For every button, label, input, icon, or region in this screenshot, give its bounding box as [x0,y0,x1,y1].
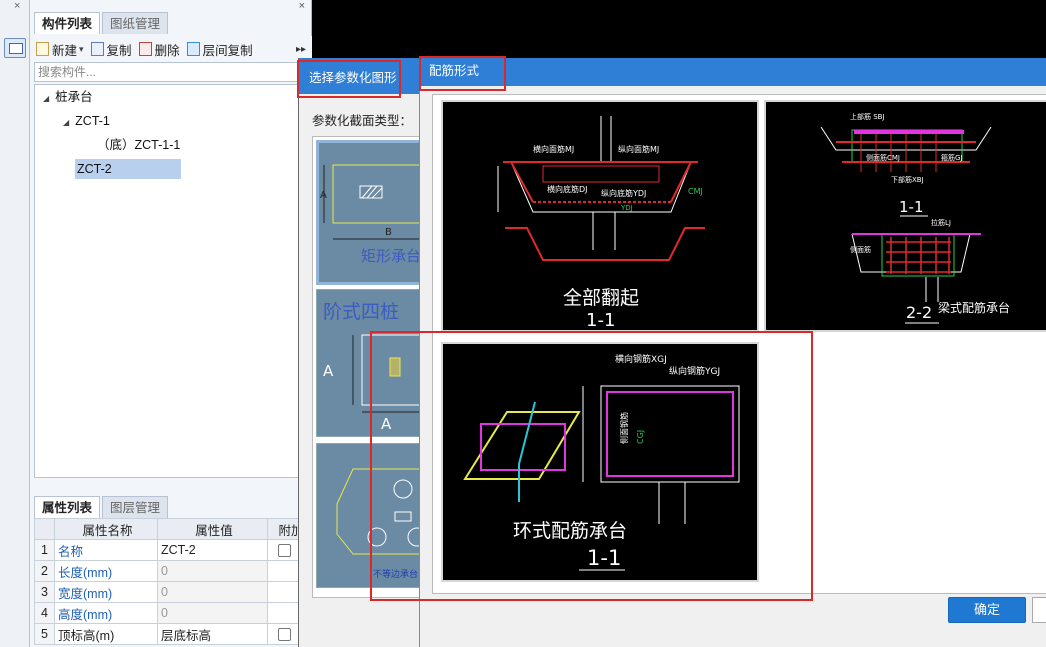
dim-a-label: A [320,190,327,201]
tab-property-list[interactable]: 属性列表 [34,496,101,518]
table-row: 1 名称 ZCT-2 [34,539,312,561]
component-toolbar: 新建 ▾ 复制 删除 层间复制 ▸▸ [30,36,312,62]
row-index: 2 [34,560,55,582]
tree-node-zct1[interactable]: ◢ ZCT-1 [63,111,110,131]
search-input[interactable]: 搜索构件... [34,62,321,82]
prop-value[interactable]: 0 [157,560,268,582]
copy-icon [90,42,104,56]
rebar-option-beam-type[interactable]: 上部筋 SBJ 侧面筋CMJ 下部筋XBJ 箍筋GJ 1-1 侧面筋 拉筋LJ … [764,100,1046,332]
copy-button-label: 复制 [106,43,132,58]
prop-name[interactable]: 长度(mm) [54,560,158,582]
prop-value[interactable]: 0 [157,581,268,603]
rebar-label: 纵向面筋MJ [618,144,659,154]
section-label: 1-1 [586,310,615,330]
table-row: 4 高度(mm) 0 [34,602,312,624]
dim-b-label: B [385,227,392,238]
rebar-label: 纵向底筋YDJ [601,188,646,198]
dim-a-label: A [323,362,334,380]
prop-name[interactable]: 顶标高(m) [54,623,158,645]
tree-node-pile-cap[interactable]: ◢ 桩承台 [43,87,93,107]
delete-icon [138,42,152,56]
new-button-label: 新建 [52,43,78,58]
collapse-triangle-icon[interactable]: ◢ [63,118,69,127]
rebar-option-full-bend[interactable]: 横向面筋MJ 纵向面筋MJ 横向底筋DJ 纵向底筋YDJ CMJ YDJ 全部翻… [441,100,759,332]
new-button[interactable]: 新建 ▾ [36,40,84,59]
rebar-label: 横向面筋MJ [533,144,574,154]
prop-name[interactable]: 名称 [54,539,158,561]
option-caption: 全部翻起 [563,287,639,309]
cancel-button[interactable] [1032,597,1046,623]
toolbar-overflow-icon[interactable]: ▸▸ [296,44,306,55]
tree-node-label: ZCT-1 [75,114,110,128]
col-value-header: 属性值 [157,518,268,540]
panel-tabs: 构件列表 图纸管理 [34,12,170,34]
section-type-label: 参数化截面类型： [312,114,413,128]
layer-copy-icon [186,42,200,56]
dialog-title: 配筋形式 [420,58,1046,86]
props-tabs: 属性列表 图层管理 [34,496,170,518]
rebar-label: 横向底筋DJ [547,184,588,194]
section-label: 2-2 [906,303,932,322]
rebar-label: 侧面筋CMJ [866,153,900,162]
row-index: 4 [34,602,55,624]
panel-close-icon[interactable]: × [299,0,305,12]
close-icon[interactable]: × [14,0,20,12]
component-panel: × 构件列表 图纸管理 新建 ▾ 复制 删除 层间复制 ▸▸ 搜索构件... ◢… [30,0,321,647]
row-index: 5 [34,623,55,645]
option-caption: 梁式配筋承台 [938,300,1010,315]
table-row: 3 宽度(mm) 0 [34,581,312,603]
prop-name[interactable]: 高度(mm) [54,602,158,624]
tree-node-zct1-1[interactable]: （底）ZCT-1-1 [97,135,180,155]
prop-extra-checkbox[interactable] [278,628,291,642]
shape-caption: 阶式四桩 [323,301,399,323]
prop-value[interactable]: 层底标高 [157,623,268,645]
shape-caption: 矩形承台 [361,247,421,265]
rebar-label: CMJ [688,187,703,196]
beam-type-diagram: 上部筋 SBJ 侧面筋CMJ 下部筋XBJ 箍筋GJ 1-1 侧面筋 拉筋LJ … [820,112,1010,324]
rebar-label: 下部筋XBJ [891,175,924,184]
chevron-down-icon[interactable]: ▾ [79,44,84,55]
component-panel-icon[interactable] [4,38,26,58]
highlight-select-shape-title [297,60,401,98]
tab-layer-management[interactable]: 图层管理 [102,496,169,518]
tree-node-label: （底）ZCT-1-1 [97,138,181,152]
left-dock-strip: × [0,0,30,647]
tree-node-label: 桩承台 [55,90,93,104]
copy-button[interactable]: 复制 [90,40,132,59]
row-index: 1 [34,539,55,561]
table-row: 5 顶标高(m) 层底标高 [34,623,312,645]
rebar-label: 拉筋LJ [931,218,951,227]
rebar-label: 上部筋 SBJ [850,112,885,121]
prop-value[interactable]: 0 [157,602,268,624]
delete-button[interactable]: 删除 [138,40,180,59]
row-index: 3 [34,581,55,603]
tree-node-label: ZCT-2 [77,162,112,176]
highlight-rebar-title [419,56,506,91]
table-row: 2 长度(mm) 0 [34,560,312,582]
col-name-header: 属性名称 [54,518,158,540]
highlight-ring-option [370,331,813,601]
collapse-triangle-icon[interactable]: ◢ [43,94,49,103]
prop-value[interactable]: ZCT-2 [157,539,268,561]
prop-extra-checkbox[interactable] [278,544,291,558]
delete-button-label: 删除 [154,43,180,58]
section-label: 1-1 [899,198,924,216]
property-table: 属性名称 属性值 附加 1 名称 ZCT-2 2 长度(mm) 0 3 宽度(m… [34,518,312,645]
layer-copy-button[interactable]: 层间复制 [186,40,253,59]
col-index-header [34,518,55,540]
layer-copy-button-label: 层间复制 [202,43,253,58]
full-bend-diagram: 横向面筋MJ 纵向面筋MJ 横向底筋DJ 纵向底筋YDJ CMJ YDJ 全部翻… [497,116,705,331]
table-header-row: 属性名称 属性值 附加 [34,518,312,540]
rebar-label: YDJ [620,204,633,212]
tab-component-list[interactable]: 构件列表 [34,12,101,34]
search-placeholder: 搜索构件... [38,65,97,79]
confirm-button[interactable]: 确定 [948,597,1026,623]
component-tree: ◢ 桩承台 ◢ ZCT-1 （底）ZCT-1-1 ZCT-2 [34,84,312,478]
tab-drawing-management[interactable]: 图纸管理 [102,12,169,34]
rebar-label: 箍筋GJ [941,153,963,162]
new-file-icon [36,42,49,56]
rebar-label: 侧面筋 [850,245,871,254]
tree-node-zct2[interactable]: ZCT-2 [75,159,181,179]
prop-name[interactable]: 宽度(mm) [54,581,158,603]
